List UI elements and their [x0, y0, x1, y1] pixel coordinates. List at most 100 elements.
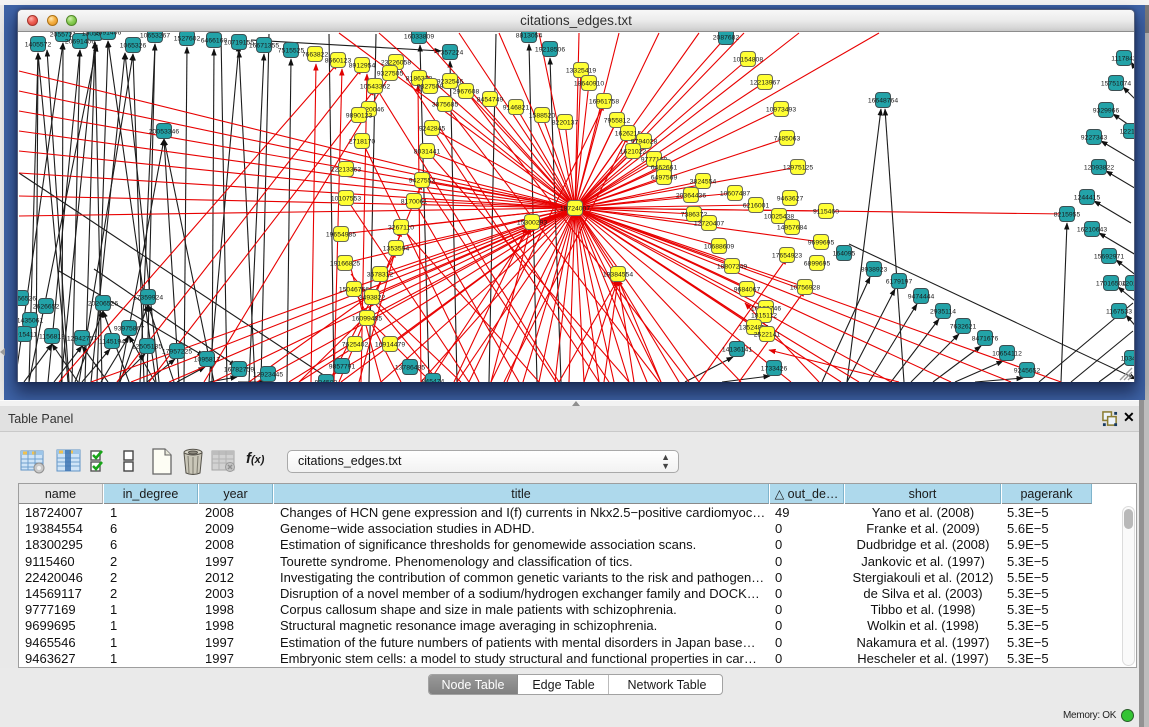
svg-text:15300293: 15300293 [517, 219, 547, 226]
svg-text:18724007: 18724007 [560, 205, 590, 212]
svg-text:6497569: 6497569 [651, 174, 678, 181]
svg-text:17957225: 17957225 [162, 348, 192, 355]
svg-text:17654923: 17654923 [772, 252, 802, 259]
svg-text:3578312: 3578312 [367, 271, 394, 278]
svg-text:16099485: 16099485 [352, 315, 382, 322]
svg-text:12093822: 12093822 [1084, 164, 1114, 171]
svg-text:6179197: 6179197 [886, 278, 913, 285]
svg-text:2522141: 2522141 [754, 331, 781, 338]
svg-text:7515525: 7515525 [278, 47, 305, 54]
svg-text:16914479: 16914479 [375, 341, 405, 348]
svg-text:8454749: 8454749 [477, 96, 504, 103]
svg-text:9327505: 9327505 [377, 70, 404, 77]
svg-text:6899695: 6899695 [804, 260, 831, 267]
svg-text:8912954: 8912954 [349, 62, 376, 69]
svg-text:9242845: 9242845 [419, 125, 446, 132]
svg-text:19218506: 19218506 [535, 46, 565, 53]
svg-text:10154808: 10154808 [733, 56, 763, 63]
svg-text:16210643: 16210643 [1077, 226, 1107, 233]
svg-text:3824554: 3824554 [690, 178, 717, 185]
svg-text:164095: 164095 [833, 250, 856, 257]
svg-text:14957684: 14957684 [777, 224, 807, 231]
svg-text:9329966: 9329966 [1093, 107, 1120, 114]
svg-text:12975125: 12975125 [783, 164, 813, 171]
svg-text:1244415: 1244415 [1074, 194, 1101, 201]
svg-text:13786485: 13786485 [395, 364, 425, 371]
svg-text:8031441: 8031441 [414, 148, 441, 155]
svg-text:1117842: 1117842 [1111, 55, 1134, 62]
svg-text:16648764: 16648764 [868, 97, 898, 104]
svg-text:3267110: 3267110 [388, 224, 414, 231]
svg-text:2087682: 2087682 [713, 34, 740, 41]
svg-text:1353594: 1353594 [383, 245, 410, 252]
svg-text:16782759: 16782759 [224, 366, 254, 373]
svg-text:20053346: 20053346 [149, 128, 179, 135]
svg-text:9699695: 9699695 [808, 239, 835, 246]
svg-text:1156819: 1156819 [39, 333, 65, 340]
svg-text:1405572: 1405572 [25, 41, 52, 48]
svg-text:13325419: 13325419 [566, 67, 596, 74]
svg-text:3915411: 3915411 [18, 331, 37, 338]
svg-text:7632621: 7632621 [950, 323, 977, 330]
svg-text:19654985: 19654985 [326, 231, 356, 238]
svg-text:8220137: 8220137 [552, 119, 579, 126]
svg-text:10543362: 10543362 [360, 83, 390, 90]
svg-text:1527602: 1527602 [174, 35, 201, 42]
svg-text:10756928: 10756928 [790, 284, 820, 291]
svg-text:16961758: 16961758 [589, 98, 619, 105]
svg-text:12213363: 12213363 [331, 166, 361, 173]
svg-text:9327508: 9327508 [417, 83, 444, 90]
svg-text:14136141: 14136141 [722, 346, 752, 353]
svg-text:8471676: 8471676 [972, 335, 999, 342]
svg-text:16671355: 16671355 [249, 42, 279, 49]
svg-text:17359924: 17359924 [133, 294, 163, 301]
svg-text:122103: 122103 [1120, 128, 1134, 135]
svg-text:9857791: 9857791 [329, 363, 356, 370]
svg-text:3493822: 3493822 [359, 294, 386, 301]
svg-text:9427552: 9427552 [409, 177, 436, 184]
svg-text:9463627: 9463627 [777, 195, 804, 202]
svg-text:120103: 120103 [1122, 280, 1134, 287]
svg-text:6216001: 6216001 [743, 202, 770, 209]
svg-text:1815112: 1815112 [751, 312, 777, 319]
svg-text:7357224: 7357224 [437, 49, 464, 56]
svg-text:10654112: 10654112 [992, 350, 1022, 357]
svg-text:19166825: 19166825 [330, 260, 360, 267]
svg-text:8215955: 8215955 [1054, 211, 1081, 218]
svg-text:1167533: 1167533 [1106, 308, 1132, 315]
svg-text:12923445: 12923445 [253, 371, 283, 378]
svg-text:19384554: 19384554 [603, 271, 633, 278]
svg-text:10107553: 10107553 [331, 195, 361, 202]
svg-text:26266526: 26266526 [18, 295, 36, 302]
svg-text:1733426: 1733426 [761, 365, 788, 372]
svg-text:1435061: 1435061 [18, 317, 43, 324]
svg-text:2935114: 2935114 [930, 308, 956, 315]
svg-text:9146821: 9146821 [503, 104, 530, 111]
svg-text:1145194: 1145194 [99, 338, 125, 345]
svg-text:10607487: 10607487 [720, 190, 750, 197]
svg-text:9474444: 9474444 [908, 293, 935, 300]
svg-text:9890123: 9890123 [346, 112, 373, 119]
svg-text:10688609: 10688609 [704, 243, 734, 250]
svg-text:845474: 845474 [422, 378, 445, 382]
svg-text:8938923: 8938923 [861, 266, 888, 273]
svg-text:3875685: 3875685 [432, 101, 459, 108]
svg-text:7955812: 7955812 [604, 117, 631, 124]
svg-text:10973493: 10973493 [766, 106, 796, 113]
svg-text:8660123: 8660123 [325, 57, 352, 64]
svg-text:1065326: 1065326 [120, 42, 147, 49]
svg-text:15692971: 15692971 [1094, 253, 1124, 260]
svg-text:9684067: 9684067 [734, 286, 761, 293]
svg-text:1621022: 1621022 [620, 148, 647, 155]
svg-text:2718170: 2718170 [349, 138, 376, 145]
svg-text:20364436: 20364436 [676, 192, 706, 199]
svg-text:12942757: 12942757 [67, 335, 97, 342]
svg-text:2626652: 2626652 [33, 303, 60, 310]
svg-text:9227343: 9227343 [1081, 134, 1108, 141]
svg-text:9245652: 9245652 [1014, 367, 1041, 374]
svg-text:10653267: 10653267 [140, 32, 170, 39]
svg-text:15751074: 15751074 [1101, 80, 1131, 87]
svg-text:18640910: 18640910 [574, 80, 604, 87]
svg-text:8170061: 8170061 [401, 198, 428, 205]
svg-text:8813054: 8813054 [516, 32, 543, 39]
